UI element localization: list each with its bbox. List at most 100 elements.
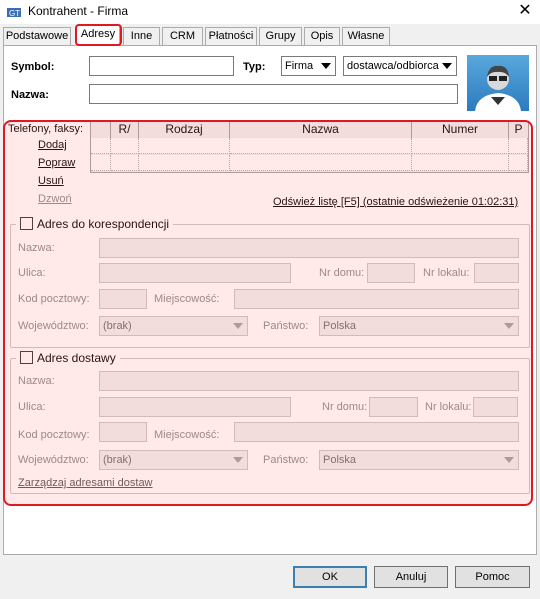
tab-grupy[interactable]: Grupy [259,27,302,46]
typ-select[interactable]: Firma [281,56,336,76]
d-miejscowosc-input[interactable] [234,422,519,442]
tab-podstawowe[interactable]: Podstawowe [3,27,71,46]
table-cell[interactable] [139,155,230,171]
d-panstwo-select[interactable]: Polska [319,450,519,470]
k-nazwa-label: Nazwa: [18,242,55,254]
typ-select-value: Firma [285,60,314,72]
tab-platnosci[interactable]: Płatności [205,27,257,46]
k-panstwo-select[interactable]: Polska [319,316,519,336]
chevron-down-icon [504,457,514,463]
table-cell[interactable] [111,155,139,171]
table-cell[interactable] [91,138,111,154]
k-kod-label: Kod pocztowy: [18,293,90,305]
d-panstwo-label: Państwo: [263,454,309,466]
table-cell[interactable] [111,138,139,154]
d-panstwo-value: Polska [323,454,357,466]
delivery-title-wrap: Adres dostawy [16,351,120,365]
d-wojewodztwo-value: (brak) [103,454,132,466]
dzwon-link[interactable]: Dzwoń [38,193,72,205]
d-nr-domu-label: Nr domu: [322,401,368,413]
pomoc-button[interactable]: Pomoc [455,566,530,588]
refresh-link[interactable]: Odśwież listę [F5] (ostatnie odświeżenie… [273,196,518,208]
tab-wlasne[interactable]: Własne [342,27,390,46]
user-avatar-icon[interactable] [467,55,529,111]
chevron-down-icon [442,63,452,69]
tab-crm[interactable]: CRM [162,27,203,46]
k-nr-lokalu-input[interactable] [474,263,519,283]
k-wojewodztwo-select[interactable]: (brak) [99,316,248,336]
window-title: Kontrahent - Firma [28,4,129,18]
anuluj-button[interactable]: Anuluj [374,566,448,588]
column-header-r[interactable]: R/ [111,122,139,138]
d-ulica-label: Ulica: [18,401,46,413]
k-miejscowosc-label: Miejscowość: [154,293,220,305]
chevron-down-icon [233,323,243,329]
delivery-checkbox[interactable] [20,351,33,364]
column-header-numer[interactable]: Numer [412,122,509,138]
column-header-p[interactable]: P [509,122,528,138]
table-cell[interactable] [412,138,509,154]
chevron-down-icon [504,323,514,329]
symbol-input[interactable] [89,56,234,76]
correspondence-title: Adres do korespondencji [37,217,170,231]
column-header-select[interactable] [91,122,111,138]
table-cell[interactable] [509,138,528,154]
correspondence-checkbox[interactable] [20,217,33,230]
column-header-nazwa[interactable]: Nazwa [230,122,412,138]
chevron-down-icon [321,63,331,69]
table-cell[interactable] [139,138,230,154]
k-kod-input[interactable] [99,289,147,309]
nazwa-input[interactable] [89,84,458,104]
d-nazwa-input[interactable] [99,371,519,391]
k-ulica-input[interactable] [99,263,291,283]
d-nazwa-label: Nazwa: [18,375,55,387]
usun-link[interactable]: Usuń [38,175,64,187]
symbol-label: Symbol: [11,61,55,73]
close-icon[interactable]: ✕ [516,2,534,20]
kind-select-value: dostawca/odbiorca [347,60,439,72]
phones-label: Telefony, faksy: [8,123,83,135]
table-cell[interactable] [230,155,412,171]
svg-text:GT: GT [9,9,20,18]
chevron-down-icon [233,457,243,463]
table-cell[interactable] [91,155,111,171]
d-wojewodztwo-select[interactable]: (brak) [99,450,248,470]
phones-table: R/ Rodzaj Nazwa Numer P [90,121,529,173]
k-nr-lokalu-label: Nr lokalu: [423,267,470,279]
table-cell[interactable] [412,155,509,171]
correspondence-title-wrap: Adres do korespondencji [16,217,174,231]
app-icon: GT [7,8,21,18]
ok-button[interactable]: OK [293,566,367,588]
k-wojewodztwo-value: (brak) [103,320,132,332]
typ-label: Typ: [243,61,266,73]
table-cell[interactable] [509,155,528,171]
column-header-rodzaj[interactable]: Rodzaj [139,122,230,138]
popraw-link[interactable]: Popraw [38,157,75,169]
k-nr-domu-input[interactable] [367,263,415,283]
k-miejscowosc-input[interactable] [234,289,519,309]
delivery-title: Adres dostawy [37,351,116,365]
nazwa-label: Nazwa: [11,89,49,101]
tab-inne[interactable]: Inne [123,27,160,46]
d-miejscowosc-label: Miejscowość: [154,429,220,441]
tab-opis[interactable]: Opis [304,27,340,46]
d-nr-domu-input[interactable] [369,397,418,417]
table-cell[interactable] [230,138,412,154]
k-panstwo-value: Polska [323,320,357,332]
dodaj-link[interactable]: Dodaj [38,139,67,151]
kind-select[interactable]: dostawca/odbiorca [343,56,457,76]
d-nr-lokalu-label: Nr lokalu: [425,401,472,413]
d-wojewodztwo-label: Województwo: [18,454,89,466]
k-ulica-label: Ulica: [18,267,46,279]
d-kod-input[interactable] [99,422,147,442]
d-ulica-input[interactable] [99,397,291,417]
k-panstwo-label: Państwo: [263,320,309,332]
k-nazwa-input[interactable] [99,238,519,258]
k-nr-domu-label: Nr domu: [319,267,365,279]
d-nr-lokalu-input[interactable] [473,397,518,417]
title-bar: GT Kontrahent - Firma ✕ [0,0,540,24]
k-wojewodztwo-label: Województwo: [18,320,89,332]
manage-delivery-link[interactable]: Zarządzaj adresami dostaw [18,477,153,489]
d-kod-label: Kod pocztowy: [18,429,90,441]
tab-adresy[interactable]: Adresy [76,25,120,46]
